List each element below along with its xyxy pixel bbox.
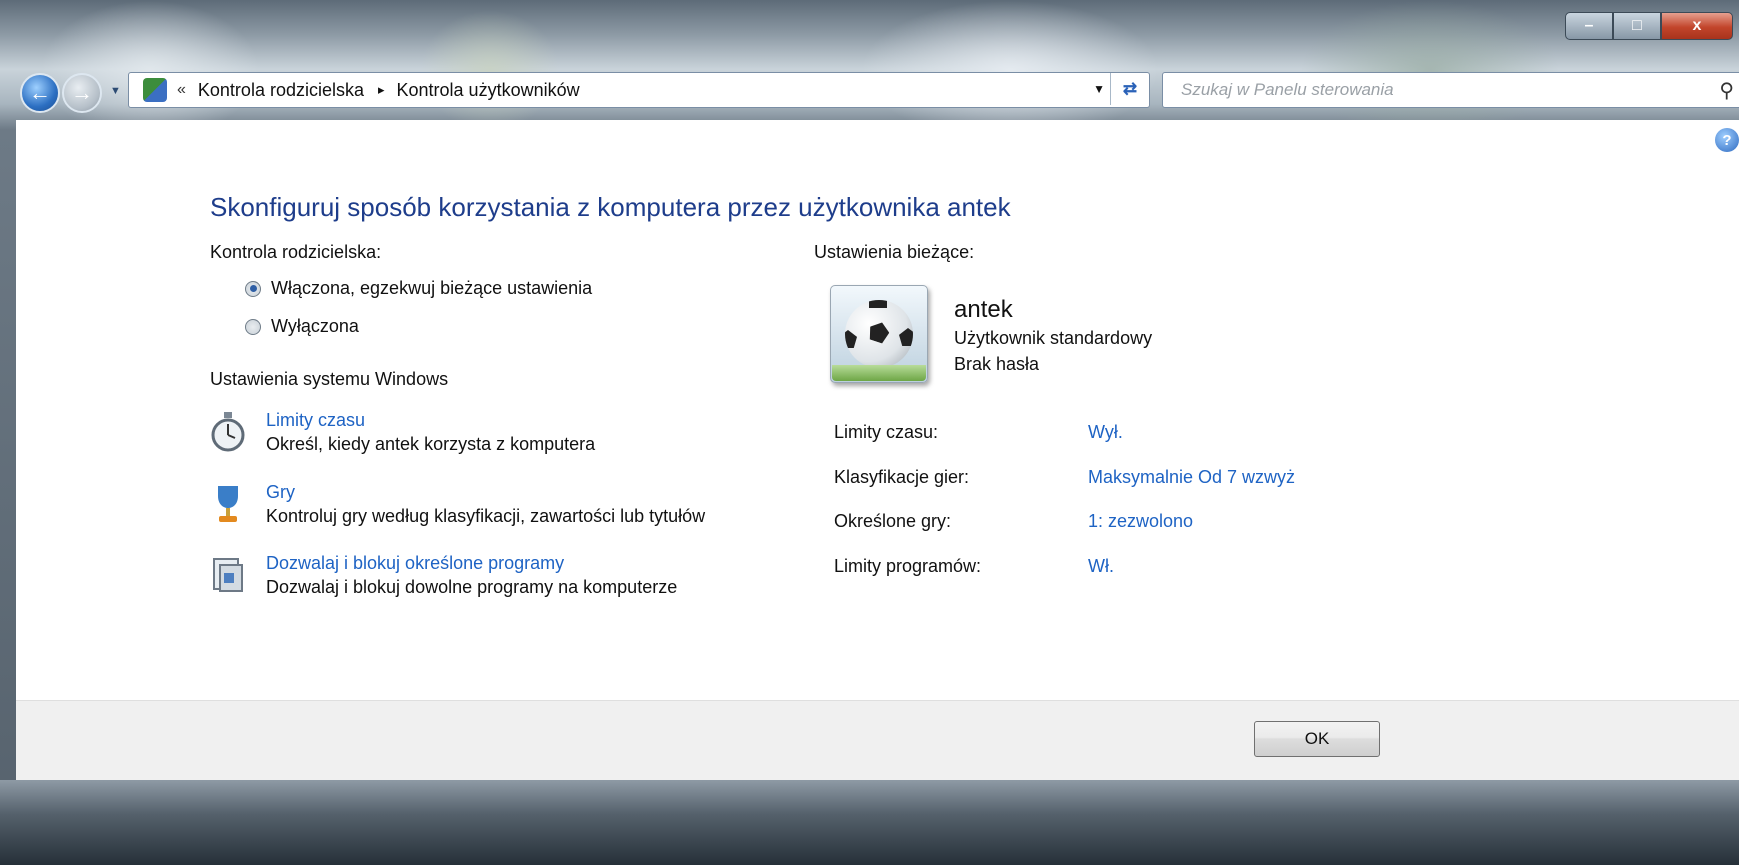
radio-off-label[interactable]: Wyłączona [271,316,359,337]
setting-value-time-limits: Wył. [1088,422,1123,442]
soccer-ball-icon [845,300,913,368]
setting-value-specific-games: 1: zezwolono [1088,511,1194,531]
user-name: antek [954,296,1013,323]
time-limits-link[interactable]: Limity czasu [266,410,595,431]
address-bar[interactable]: « Kontrola rodzicielska ▸ Kontrola użytk… [128,72,1150,108]
page-title: Skonfiguruj sposób korzystania z kompute… [210,192,1011,222]
windows-settings-label: Ustawienia systemu Windows [210,369,449,389]
user-avatar [830,285,928,383]
search-icon[interactable]: ⚲ [1719,78,1734,103]
radio-on-label[interactable]: Włączona, egzekwuj bieżące ustawienia [271,278,592,299]
setting-value-game-ratings: Maksymalnie Od 7 wzwyż [1088,467,1296,487]
window-caption-buttons: – □ x [1565,12,1733,40]
programs-icon [213,558,243,592]
user-account-type: Użytkownik standardowy [954,328,1153,348]
radio-row-off[interactable]: Wyłączona [245,316,359,337]
current-settings-label: Ustawienia bieżące: [814,242,975,262]
task-time-limits: Limity czasu Określ, kiedy antek korzyst… [208,410,595,455]
recent-pages-dropdown[interactable]: ▼ [110,85,121,97]
task-games: Gry Kontroluj gry według klasyfikacji, z… [208,482,705,527]
close-button[interactable]: x [1661,12,1733,40]
control-panel-icon [143,78,167,102]
content-pane: ? Skonfiguruj sposób korzystania z kompu… [16,120,1739,700]
radio-row-on[interactable]: Włączona, egzekwuj bieżące ustawienia [245,278,592,299]
back-arrow-icon: ← [29,80,51,105]
back-button[interactable]: ← [20,73,60,113]
stopwatch-icon [211,412,245,452]
user-password-status: Brak hasła [954,354,1040,374]
breadcrumb-overflow-icon[interactable]: « [177,81,186,99]
address-dropdown-icon[interactable]: ▼ [1093,82,1105,96]
setting-label-time-limits: Limity czasu: [834,422,939,442]
trophy-icon [218,486,238,522]
breadcrumb-parental-controls[interactable]: Kontrola rodzicielska [198,80,364,101]
search-input[interactable] [1179,79,1663,101]
forward-arrow-icon: → [71,80,93,105]
games-link[interactable]: Gry [266,482,705,503]
games-description: Kontroluj gry według klasyfikacji, zawar… [266,506,706,526]
window-bottom-edge [0,780,1739,865]
setting-label-program-limits: Limity programów: [834,556,982,576]
radio-on[interactable] [245,280,261,297]
task-programs: Dozwalaj i blokuj określone programy Doz… [208,553,677,598]
help-icon[interactable]: ? [1715,128,1739,152]
footer-bar: OK [16,700,1739,781]
setting-label-specific-games: Określone gry: [834,511,952,531]
search-box[interactable]: ⚲ [1162,72,1739,108]
maximize-button[interactable]: □ [1613,12,1661,40]
radio-off[interactable] [245,318,261,335]
refresh-icon: ⇄ [1122,79,1138,98]
parental-controls-label: Kontrola rodzicielska: [210,242,382,262]
ok-button[interactable]: OK [1254,721,1380,757]
programs-description: Dozwalaj i blokuj dowolne programy na ko… [266,577,678,597]
breadcrumb-user-controls[interactable]: Kontrola użytkowników [397,80,580,101]
breadcrumb-separator-icon[interactable]: ▸ [378,82,385,98]
setting-value-program-limits: Wł. [1088,556,1114,576]
minimize-button[interactable]: – [1565,12,1613,40]
refresh-button[interactable]: ⇄ [1110,73,1149,105]
setting-label-game-ratings: Klasyfikacje gier: [834,467,970,487]
time-limits-description: Określ, kiedy antek korzysta z komputera [266,434,596,454]
navigation-bar: ← → ▼ « Kontrola rodzicielska ▸ Kontrola… [0,70,1739,113]
programs-link[interactable]: Dozwalaj i blokuj określone programy [266,553,677,574]
forward-button[interactable]: → [62,73,102,113]
